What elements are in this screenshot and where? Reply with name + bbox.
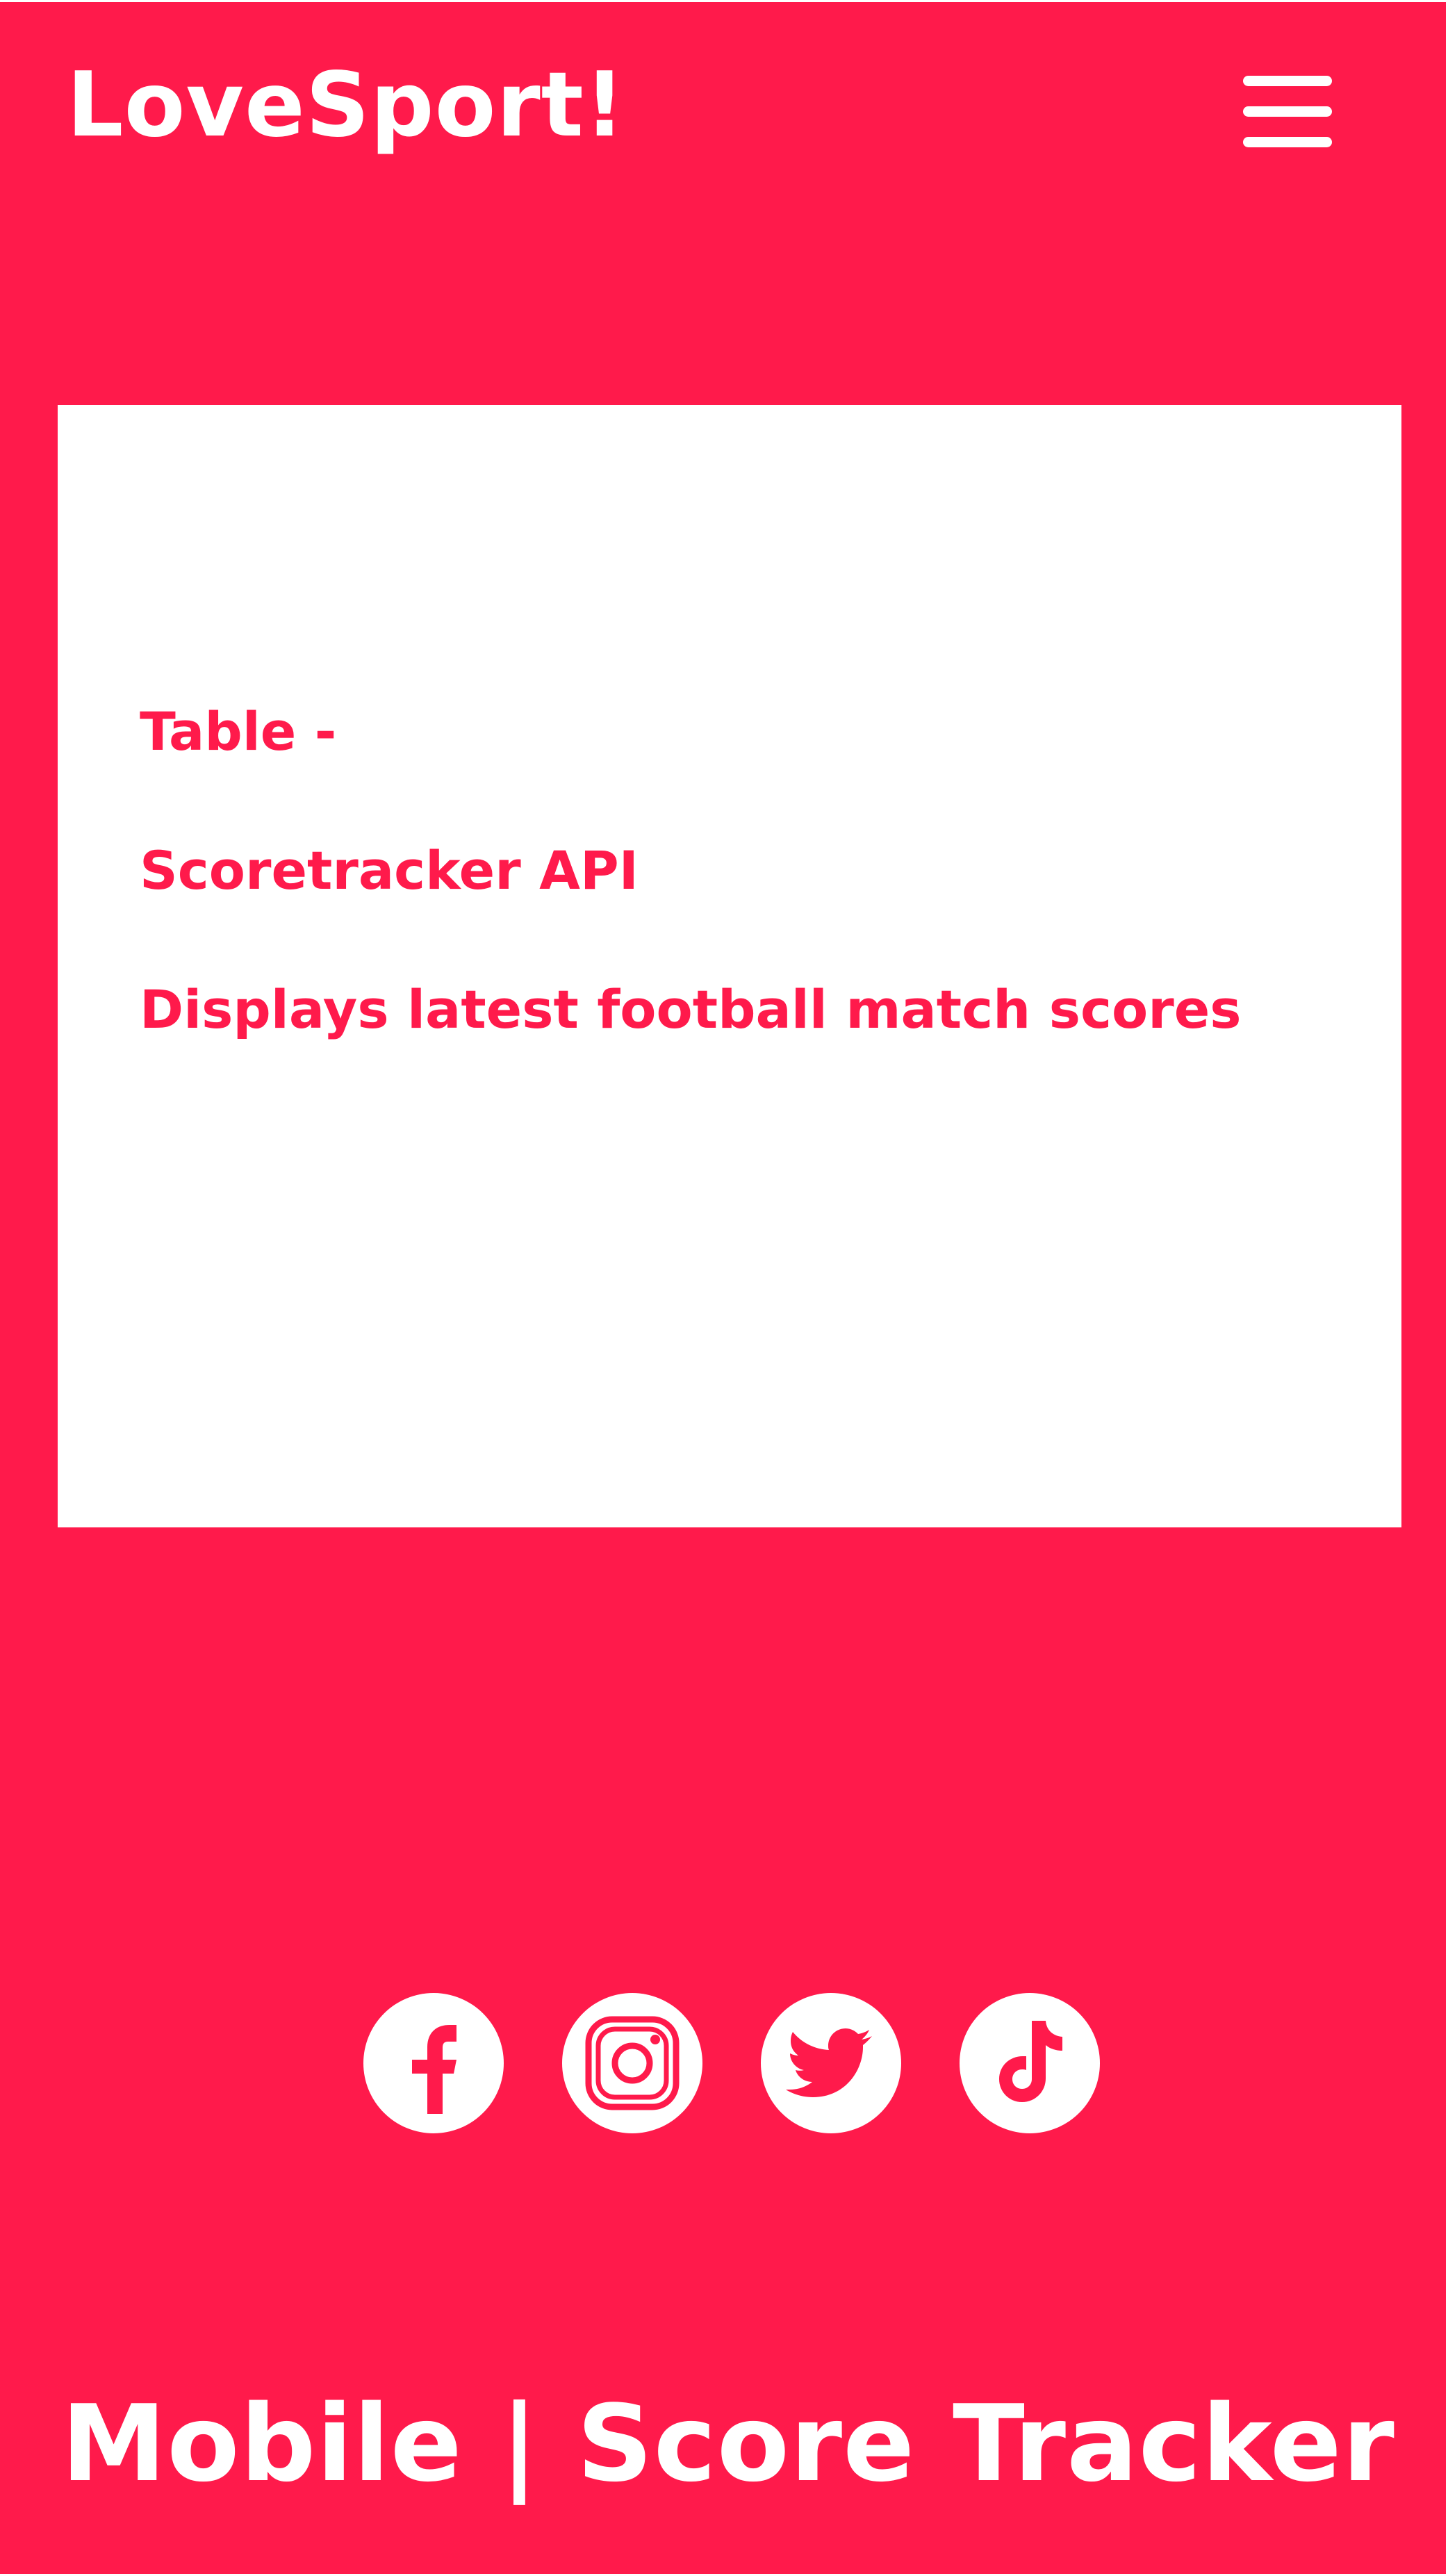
instagram-link[interactable] (562, 1993, 702, 2133)
content-card: Table - Scoretracker API Displays latest… (58, 405, 1401, 1527)
instagram-icon (585, 2016, 680, 2110)
facebook-link[interactable] (363, 1993, 504, 2133)
brand-logo[interactable]: LoveSport! (67, 61, 625, 150)
hamburger-menu-icon-bar (1243, 137, 1332, 147)
twitter-icon (786, 2028, 872, 2097)
social-links (361, 1993, 1100, 2135)
card-subheading: Scoretracker API (140, 839, 639, 901)
footer-title: Mobile | Score Tracker (61, 2382, 1395, 2505)
page: LoveSport! Table - Scoretracker API Disp… (0, 0, 1448, 2576)
hamburger-menu-icon (1243, 76, 1332, 86)
tiktok-icon (999, 2021, 1062, 2102)
hamburger-menu-icon-bar (1243, 106, 1332, 117)
card-heading: Table - (140, 700, 337, 762)
menu-button[interactable] (1239, 74, 1336, 151)
tiktok-link[interactable] (960, 1993, 1100, 2133)
twitter-link[interactable] (761, 1993, 901, 2133)
facebook-icon (412, 2025, 456, 2114)
card-description: Displays latest football match scores (140, 978, 1242, 1040)
